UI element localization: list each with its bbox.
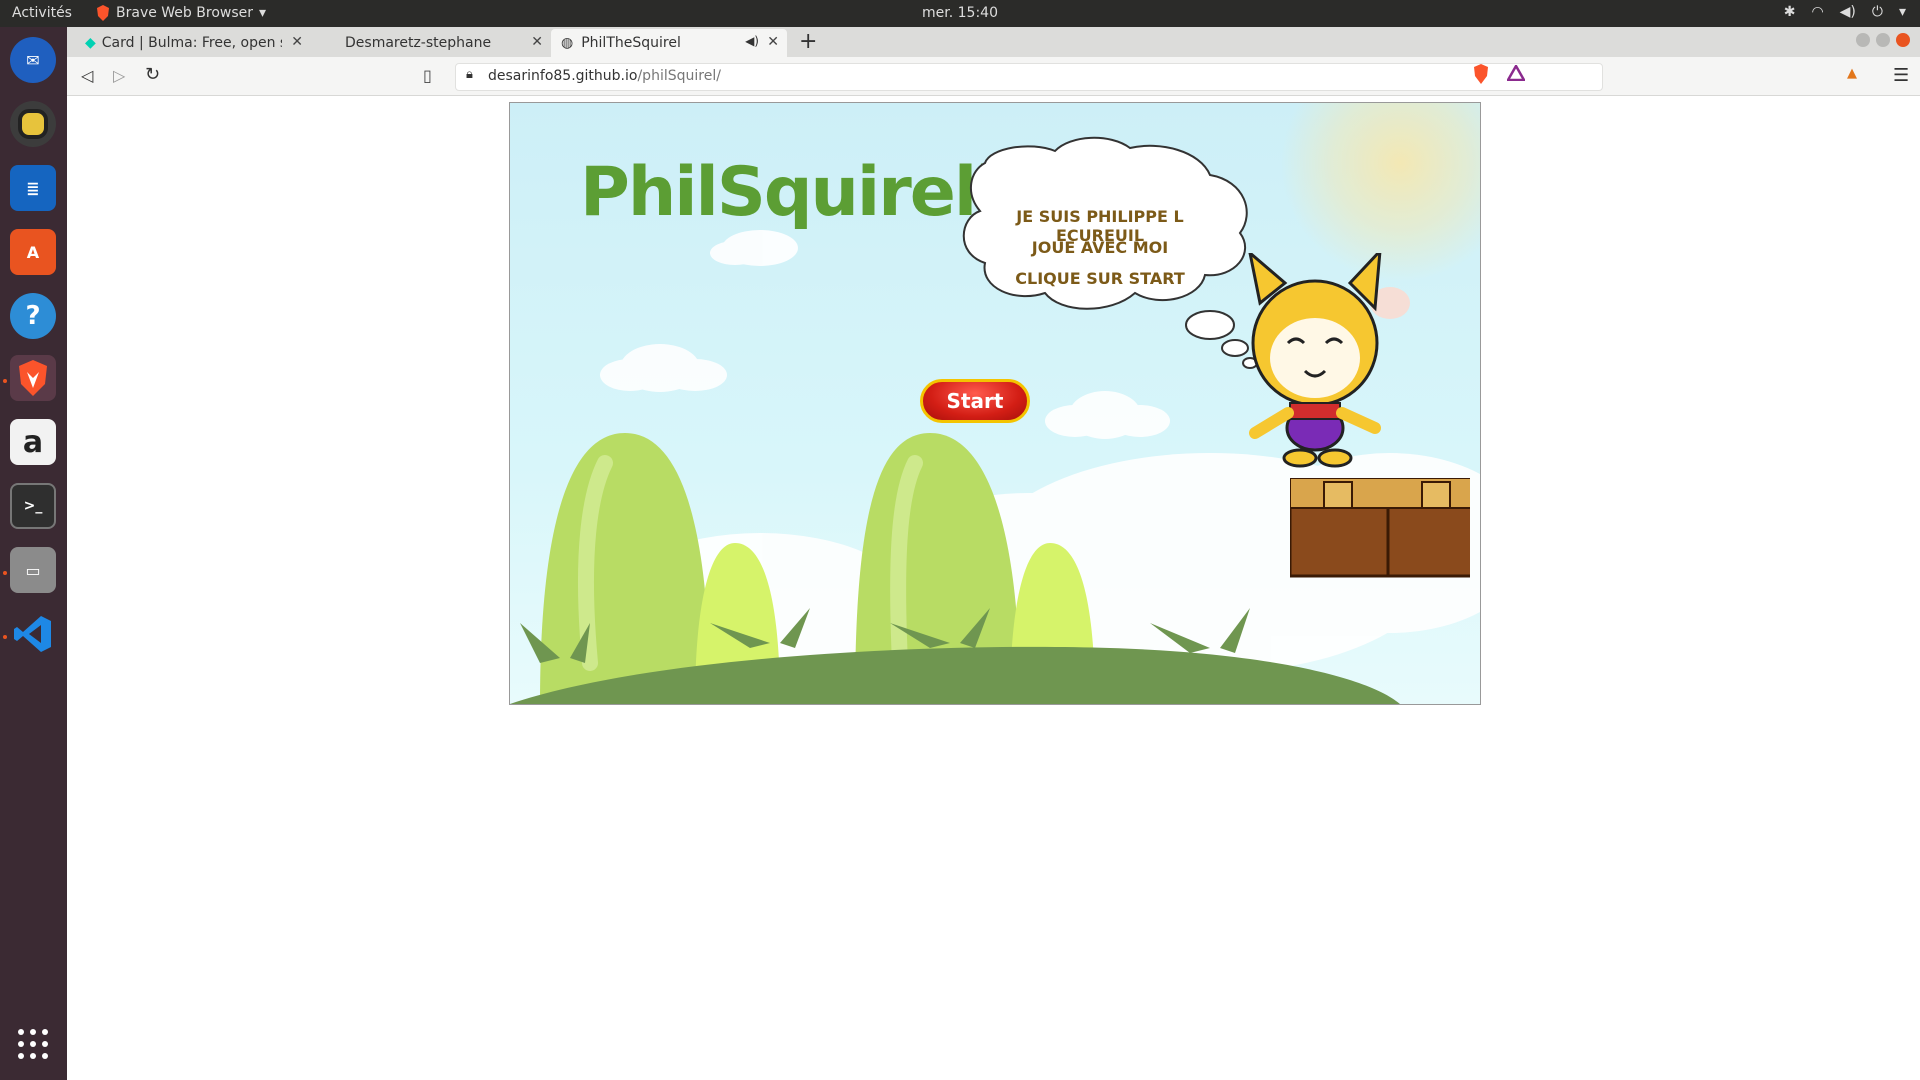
tab-label: Desmaretz-stephane bbox=[345, 35, 492, 51]
chevron-down-icon[interactable]: ▾ bbox=[1899, 4, 1906, 20]
tab-label: Card | Bulma: Free, open so bbox=[101, 35, 282, 51]
metamask-icon[interactable]: ▲ bbox=[1847, 66, 1857, 81]
close-icon[interactable]: ✕ bbox=[531, 34, 543, 50]
bubble-line-3: CLIQUE SUR START bbox=[1015, 269, 1185, 288]
system-top-bar: Activités Brave Web Browser ▾ mer. 15:40… bbox=[0, 0, 1920, 27]
writer-icon[interactable]: ≣ bbox=[10, 165, 56, 211]
system-tray[interactable]: ✱ ◠ ◀) ⏻ ▾ bbox=[1784, 4, 1906, 20]
apps-grid-icon[interactable] bbox=[10, 1021, 56, 1067]
menu-icon[interactable]: ☰ bbox=[1893, 65, 1909, 86]
squirrel-character bbox=[1248, 253, 1382, 468]
help-icon[interactable]: ? bbox=[10, 293, 56, 339]
address-bar[interactable]: 🔒︎ desarinfo85.github.io/philSquirel/ bbox=[455, 63, 1603, 91]
url-path: /philSquirel/ bbox=[637, 68, 721, 84]
active-indicator bbox=[3, 635, 7, 639]
back-button[interactable]: ◁ bbox=[81, 66, 93, 85]
globe-icon: ◍ bbox=[561, 35, 574, 51]
browser-toolbar: ◁ ▷ ↻ ▯ 🔒︎ desarinfo85.github.io/philSqu… bbox=[67, 57, 1920, 96]
bulma-favicon-icon: ◆ bbox=[85, 35, 96, 51]
reload-button[interactable]: ↻ bbox=[145, 64, 160, 85]
maximize-button[interactable] bbox=[1876, 33, 1890, 47]
close-icon[interactable]: ✕ bbox=[291, 34, 303, 50]
tab-label: PhilTheSquirel bbox=[581, 35, 681, 51]
bluetooth-icon[interactable]: ✱ bbox=[1784, 4, 1796, 20]
bookmark-icon[interactable]: ▯ bbox=[423, 66, 432, 85]
brick-blocks bbox=[1290, 478, 1470, 578]
vscode-icon[interactable] bbox=[10, 611, 56, 657]
active-indicator bbox=[3, 571, 7, 575]
game-canvas[interactable]: PhilSquirell JE SUIS PHILIPPE L ECUREUIL… bbox=[509, 102, 1481, 705]
tab-strip: ◆ Card | Bulma: Free, open so ✕ Desmaret… bbox=[67, 27, 1920, 57]
tab-desmaretz[interactable]: Desmaretz-stephane ✕ bbox=[315, 29, 551, 57]
start-button[interactable]: Start bbox=[920, 379, 1030, 423]
clock[interactable]: mer. 15:40 bbox=[0, 5, 1920, 21]
volume-icon[interactable]: ◀) bbox=[1840, 4, 1856, 20]
thunderbird-icon[interactable]: ✉ bbox=[10, 37, 56, 83]
url-host: desarinfo85.github.io bbox=[488, 68, 638, 84]
power-icon[interactable]: ⏻ bbox=[1872, 4, 1883, 20]
brave-icon[interactable] bbox=[10, 355, 56, 401]
tab-bulma[interactable]: ◆ Card | Bulma: Free, open so ✕ bbox=[75, 29, 311, 57]
window-controls bbox=[1856, 33, 1910, 47]
terminal-icon[interactable]: >_ bbox=[10, 483, 56, 529]
forward-button[interactable]: ▷ bbox=[113, 66, 125, 85]
amazon-icon[interactable]: a bbox=[10, 419, 56, 465]
audio-icon[interactable]: ◀) bbox=[745, 34, 759, 48]
software-icon[interactable]: A bbox=[10, 229, 56, 275]
rhythmbox-icon[interactable] bbox=[10, 101, 56, 147]
tab-philthesquirel[interactable]: ◍ PhilTheSquirel ◀) ✕ bbox=[551, 29, 787, 57]
brave-shields-icon[interactable] bbox=[1473, 64, 1489, 88]
bubble-line-2: JOUE AVEC MOI bbox=[1031, 238, 1169, 257]
new-tab-button[interactable]: + bbox=[799, 29, 817, 54]
wifi-icon[interactable]: ◠ bbox=[1811, 4, 1823, 20]
close-window-button[interactable] bbox=[1896, 33, 1910, 47]
files-icon[interactable]: ▭ bbox=[10, 547, 56, 593]
close-icon[interactable]: ✕ bbox=[767, 34, 779, 50]
lock-icon: 🔒︎ bbox=[466, 67, 473, 82]
brave-rewards-icon[interactable] bbox=[1505, 63, 1527, 85]
minimize-button[interactable] bbox=[1856, 33, 1870, 47]
active-indicator bbox=[3, 379, 7, 383]
dock: ✉ ≣ A ? a >_ ▭ bbox=[0, 27, 67, 1080]
